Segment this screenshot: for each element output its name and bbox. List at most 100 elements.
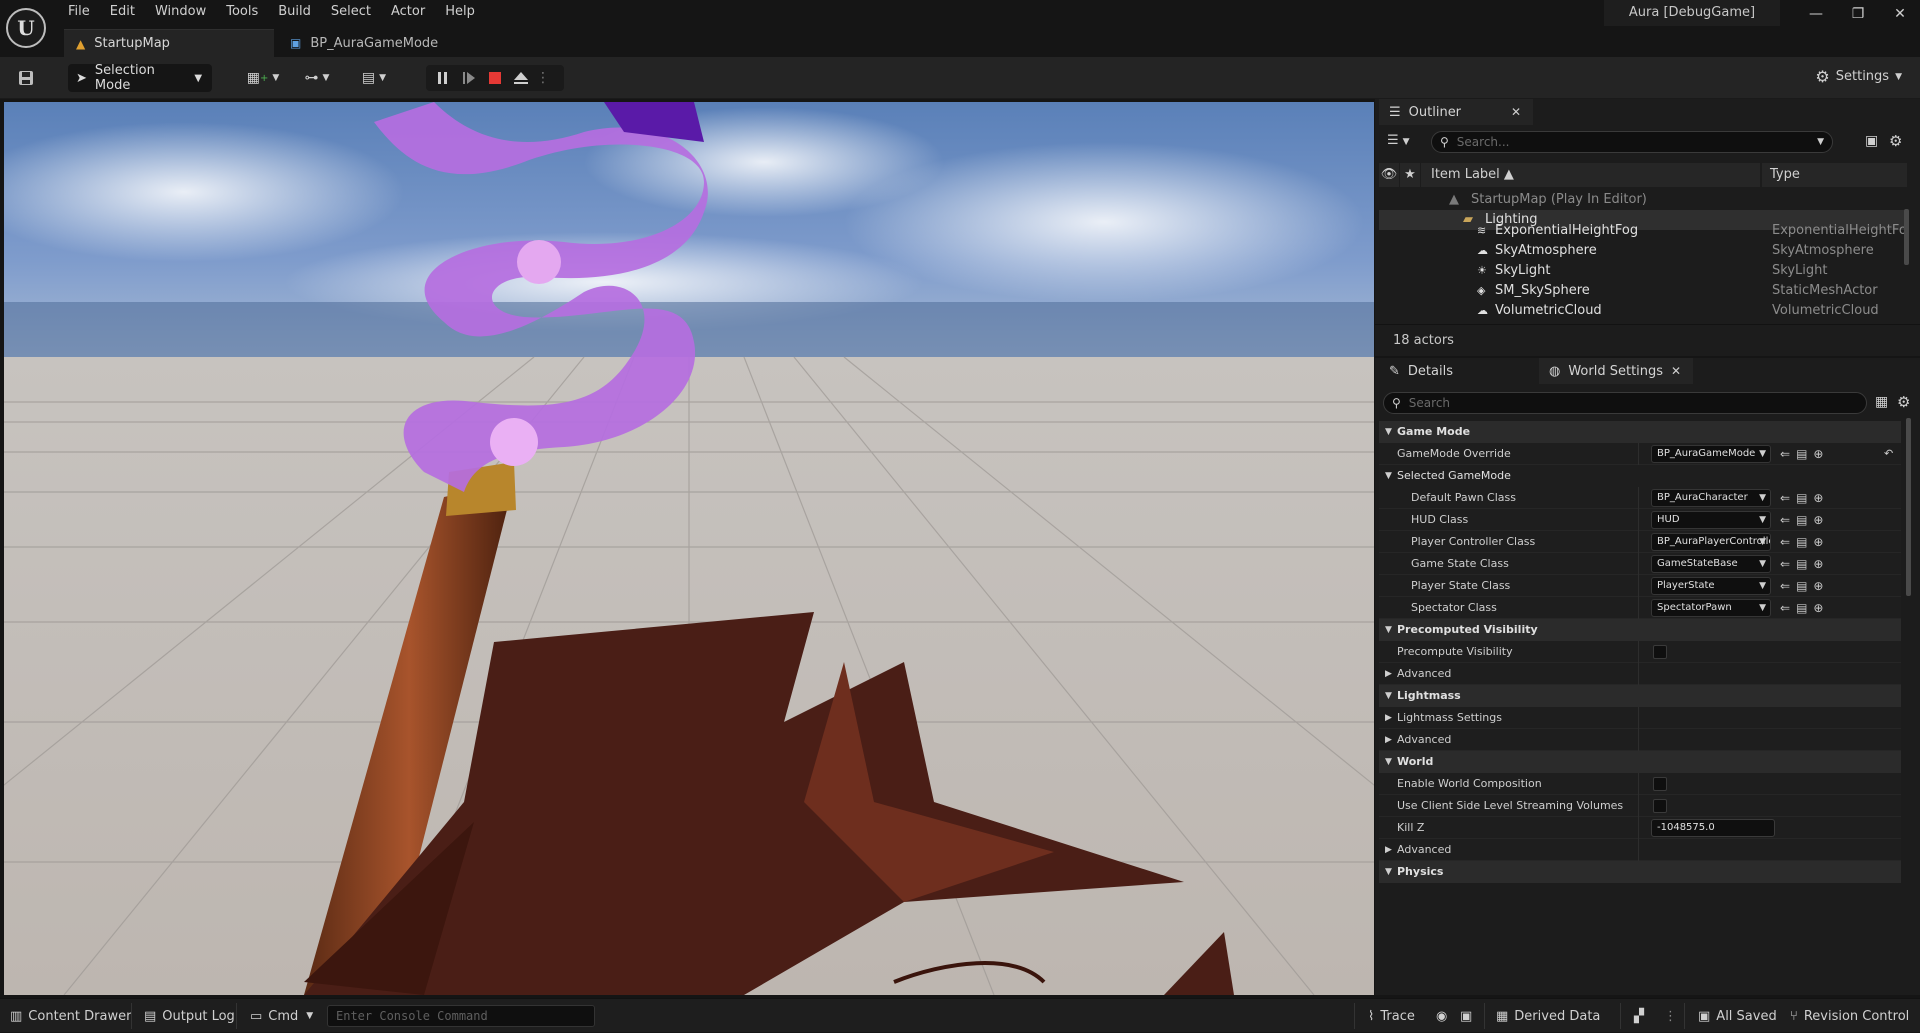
pause-icon[interactable] xyxy=(434,65,452,91)
browse-icon[interactable]: ▤ xyxy=(1796,487,1807,509)
more-options-icon[interactable]: ⋮ xyxy=(536,65,550,91)
close-icon[interactable]: ✕ xyxy=(1671,364,1681,378)
browse-icon[interactable]: ▤ xyxy=(1796,553,1807,575)
menu-actor[interactable]: Actor xyxy=(381,0,435,24)
category-physics[interactable]: ▼ Physics xyxy=(1379,861,1901,883)
tab-details[interactable]: ✎ Details xyxy=(1379,358,1529,384)
tree-row[interactable]: ☀ SkyLight SkyLight xyxy=(1379,261,1907,281)
use-selected-icon[interactable]: ⇐ xyxy=(1780,597,1790,619)
tree-row[interactable]: ☁ VolumetricCloud VolumetricCloud xyxy=(1379,301,1907,321)
add-icon[interactable]: ⊕ xyxy=(1813,575,1823,597)
add-icon[interactable]: ⊕ xyxy=(1813,487,1823,509)
tree-row[interactable]: ≋ ExponentialHeightFog ExponentialHeight… xyxy=(1379,224,1907,238)
reset-icon[interactable]: ↶ xyxy=(1884,443,1893,465)
selection-mode-dropdown[interactable]: ➤ Selection Mode ▼ xyxy=(68,63,212,93)
tree-row-root[interactable]: ▲ StartupMap (Play In Editor) xyxy=(1379,190,1907,210)
close-icon[interactable]: ✕ xyxy=(1511,105,1521,119)
use-selected-icon[interactable]: ⇐ xyxy=(1780,487,1790,509)
use-selected-icon[interactable]: ⇐ xyxy=(1780,553,1790,575)
cmd-dropdown[interactable]: ▭ Cmd ▼ xyxy=(250,999,313,1033)
screenshot-icon[interactable]: ▣ xyxy=(1460,999,1472,1033)
menu-select[interactable]: Select xyxy=(321,0,381,24)
details-search-input[interactable]: ⚲ Search xyxy=(1383,392,1867,414)
trace-button[interactable]: ⌇ Trace xyxy=(1368,999,1415,1033)
unreal-logo-icon[interactable]: U xyxy=(6,8,46,48)
default-pawn-dropdown[interactable]: BP_AuraCharacter ▼ xyxy=(1651,489,1771,507)
add-icon[interactable]: ⊕ xyxy=(1813,597,1823,619)
menu-help[interactable]: Help xyxy=(435,0,485,24)
close-icon[interactable]: ✕ xyxy=(1880,4,1920,24)
selected-gamemode-group[interactable]: ▼ Selected GameMode xyxy=(1379,465,1901,487)
add-actor-button[interactable]: ▦ + ▼ xyxy=(243,65,283,91)
visibility-column-icon[interactable]: 👁 xyxy=(1379,163,1399,187)
use-selected-icon[interactable]: ⇐ xyxy=(1780,443,1790,465)
browse-icon[interactable]: ▤ xyxy=(1796,597,1807,619)
gear-icon[interactable]: ⚙ xyxy=(1897,393,1910,411)
hud-class-dropdown[interactable]: HUD ▼ xyxy=(1651,511,1771,529)
tab-outliner[interactable]: ☰ Outliner ✕ xyxy=(1379,99,1533,125)
browse-icon[interactable]: ▤ xyxy=(1796,531,1807,553)
lightmass-advanced-row[interactable]: ▶ Advanced xyxy=(1379,729,1901,751)
use-selected-icon[interactable]: ⇐ xyxy=(1780,575,1790,597)
eject-icon[interactable] xyxy=(512,65,530,91)
add-icon[interactable]: ⊕ xyxy=(1813,509,1823,531)
settings-button[interactable]: ⚙ Settings ▼ xyxy=(1815,67,1902,86)
all-saved-button[interactable]: ▣ All Saved xyxy=(1698,999,1777,1033)
tree-row[interactable]: ◈ SM_SkySphere StaticMeshActor xyxy=(1379,281,1907,301)
browse-icon[interactable]: ▤ xyxy=(1796,575,1807,597)
level-viewport[interactable] xyxy=(4,102,1374,995)
bandwidth-icon[interactable]: ▞ xyxy=(1634,999,1644,1033)
lightmass-settings-row[interactable]: ▶ Lightmass Settings xyxy=(1379,707,1901,729)
add-icon[interactable]: ⊕ xyxy=(1813,443,1823,465)
more-options-icon[interactable]: ⋮ xyxy=(1664,999,1677,1033)
menu-window[interactable]: Window xyxy=(145,0,216,24)
console-command-input[interactable]: Enter Console Command xyxy=(327,1005,595,1027)
add-icon[interactable]: ⊕ xyxy=(1813,531,1823,553)
tree-row[interactable]: ☁ SkyAtmosphere SkyAtmosphere xyxy=(1379,241,1907,261)
category-world[interactable]: ▼ World xyxy=(1379,751,1901,773)
player-state-dropdown[interactable]: PlayerState ▼ xyxy=(1651,577,1771,595)
derived-data-button[interactable]: ▦ Derived Data xyxy=(1496,999,1600,1033)
world-advanced-row[interactable]: ▶ Advanced xyxy=(1379,839,1901,861)
tab-bp-auragamemode[interactable]: ▣ BP_AuraGameMode xyxy=(278,29,498,57)
tab-world-settings[interactable]: ◍ World Settings ✕ xyxy=(1539,358,1693,384)
item-label-column[interactable]: Item Label ▲ xyxy=(1421,163,1760,187)
category-game-mode[interactable]: ▼ Game Mode xyxy=(1379,421,1901,443)
pin-column-icon[interactable]: ★ xyxy=(1400,163,1420,187)
client-streaming-checkbox[interactable] xyxy=(1653,799,1667,813)
output-log-button[interactable]: ▤ Output Log xyxy=(144,999,235,1033)
type-column[interactable]: Type xyxy=(1762,163,1907,187)
content-drawer-button[interactable]: ▥ Content Drawer xyxy=(10,999,131,1033)
revision-control-button[interactable]: ⑂ Revision Control xyxy=(1790,999,1909,1033)
kill-z-input[interactable]: -1048575.0 xyxy=(1651,819,1775,837)
add-icon[interactable]: ⊕ xyxy=(1813,553,1823,575)
precompute-visibility-checkbox[interactable] xyxy=(1653,645,1667,659)
menu-edit[interactable]: Edit xyxy=(100,0,145,24)
gamemode-override-dropdown[interactable]: BP_AuraGameMode ▼ xyxy=(1651,445,1771,463)
use-selected-icon[interactable]: ⇐ xyxy=(1780,531,1790,553)
outliner-search-input[interactable]: ⚲ Search... ▼ xyxy=(1431,131,1833,153)
browse-icon[interactable]: ▤ xyxy=(1796,443,1807,465)
table-view-icon[interactable]: ▦ xyxy=(1875,394,1888,410)
record-icon[interactable]: ◉ xyxy=(1436,999,1447,1033)
gear-icon[interactable]: ⚙ xyxy=(1889,132,1902,150)
menu-build[interactable]: Build xyxy=(268,0,321,24)
category-precomputed-visibility[interactable]: ▼ Precomputed Visibility xyxy=(1379,619,1901,641)
blueprint-menu-button[interactable]: ⊶ ▼ xyxy=(297,65,337,91)
browse-icon[interactable]: ▤ xyxy=(1796,509,1807,531)
save-icon[interactable] xyxy=(14,65,38,91)
filter-icon[interactable]: ☰ ▼ xyxy=(1387,133,1410,148)
game-state-dropdown[interactable]: GameStateBase ▼ xyxy=(1651,555,1771,573)
world-composition-checkbox[interactable] xyxy=(1653,777,1667,791)
menu-tools[interactable]: Tools xyxy=(216,0,268,24)
spectator-dropdown[interactable]: SpectatorPawn ▼ xyxy=(1651,599,1771,617)
menu-file[interactable]: File xyxy=(58,0,100,24)
details-scrollbar[interactable] xyxy=(1906,418,1911,596)
player-controller-dropdown[interactable]: BP_AuraPlayerController ▼ xyxy=(1651,533,1771,551)
category-lightmass[interactable]: ▼ Lightmass xyxy=(1379,685,1901,707)
tab-startupmap[interactable]: ▲ StartupMap xyxy=(64,29,274,57)
outliner-scrollbar[interactable] xyxy=(1904,209,1909,265)
frame-skip-icon[interactable] xyxy=(460,65,478,91)
cinematics-button[interactable]: ▤ ▼ xyxy=(354,65,394,91)
stop-icon[interactable] xyxy=(486,65,504,91)
